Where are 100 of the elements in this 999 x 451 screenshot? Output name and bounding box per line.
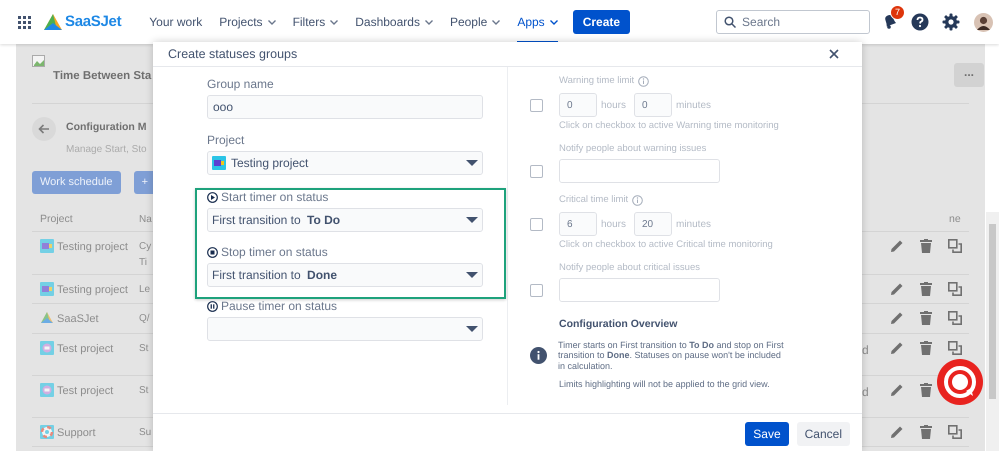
app-grid-icon[interactable] (18, 16, 31, 28)
edit-icon[interactable] (890, 382, 904, 397)
overview-note: Limits highlighting will not be applied to the grid view. (559, 379, 771, 390)
nav-menu-item[interactable]: Dashboards (355, 0, 433, 44)
hours-field[interactable]: 0 (559, 93, 597, 117)
nav-menu-item[interactable]: Filters (292, 0, 338, 44)
field-label: Critical time limit (559, 194, 628, 206)
copy-icon[interactable] (948, 424, 962, 439)
overview-text: Timer starts on First transition to To Do and stop on First transition to Done. Statuses on pause won't be included in calculation. (558, 340, 785, 372)
status-select[interactable]: First transition to To Do (207, 208, 483, 232)
edit-icon[interactable] (890, 238, 904, 253)
project-icon (212, 156, 226, 170)
checkbox[interactable] (530, 98, 543, 112)
field-label: Notify people about warning issues (559, 143, 706, 155)
delete-icon[interactable] (920, 238, 932, 253)
scrollbar[interactable] (986, 212, 999, 451)
broken-image-icon (32, 55, 46, 68)
checkbox[interactable] (530, 284, 543, 296)
copy-icon[interactable] (948, 282, 962, 296)
edit-icon[interactable] (890, 424, 904, 439)
save-button[interactable]: Save (745, 422, 789, 446)
delete-icon[interactable] (920, 282, 932, 296)
close-icon[interactable] (829, 49, 839, 59)
unit-label: hours (600, 218, 628, 232)
back-arrow-icon (38, 124, 50, 134)
status-select[interactable]: First transition to Done (207, 263, 483, 287)
project-name: Test project (57, 384, 114, 399)
field-label: Warning time limit (559, 75, 634, 87)
search-field[interactable]: Search (716, 10, 870, 34)
cell-text: Cy (139, 240, 152, 254)
delete-icon[interactable] (920, 382, 932, 397)
column-header: Na (139, 214, 152, 225)
copy-icon[interactable] (948, 310, 962, 325)
help-icon[interactable] (911, 13, 930, 31)
caret-icon (466, 160, 478, 166)
play-icon (207, 192, 218, 202)
cell-text: Ti (139, 256, 147, 270)
project-name: SaaSJet (57, 312, 99, 327)
minutes-field[interactable]: 20 (634, 212, 672, 236)
people-field[interactable] (559, 278, 720, 302)
checkbox[interactable] (530, 218, 543, 230)
cell-text: d (862, 342, 869, 357)
column-header: ne (949, 212, 961, 225)
project-icon (40, 340, 54, 355)
edit-icon[interactable] (890, 282, 904, 296)
project-name: Test project (57, 342, 114, 357)
hint-text: Click on checkbox to active Warning time monitoring (559, 120, 780, 132)
delete-icon[interactable] (920, 340, 932, 355)
cell-text: St (139, 384, 148, 398)
hours-field[interactable]: 6 (559, 212, 597, 236)
create-button[interactable]: Create (572, 10, 630, 34)
logo-text: SaaSJet (65, 12, 122, 32)
text-field[interactable]: ooo (207, 95, 483, 119)
cancel-button[interactable]: Cancel (796, 422, 850, 446)
search-icon (724, 16, 736, 28)
caret-icon (466, 326, 478, 332)
cell-text: Q/ (139, 312, 150, 326)
overview-title: Configuration Overview (559, 317, 678, 332)
project-icon (40, 310, 54, 325)
caret-icon (466, 217, 478, 223)
section-title: Configuration M (66, 120, 147, 135)
logo-icon (44, 14, 62, 30)
avatar-icon[interactable] (974, 12, 994, 32)
notification-bell-icon[interactable] (882, 13, 898, 29)
field-label: Start timer on status (221, 190, 328, 204)
project-icon (40, 382, 54, 397)
copy-icon[interactable] (948, 238, 962, 253)
project-icon (40, 282, 54, 296)
delete-icon[interactable] (920, 310, 932, 325)
field-label: Project (207, 133, 244, 147)
minutes-field[interactable]: 0 (634, 93, 672, 117)
info-icon (632, 194, 644, 206)
edit-icon[interactable] (890, 340, 904, 355)
back-button[interactable] (32, 117, 56, 141)
people-field[interactable] (559, 159, 720, 183)
cell-text: Su (139, 426, 152, 440)
unit-label: minutes (675, 218, 709, 232)
project-icon (40, 238, 54, 253)
nav-menu-item[interactable]: Your work (149, 0, 202, 44)
field-label: Stop timer on status (221, 245, 328, 259)
checkbox[interactable] (530, 164, 543, 178)
project-name: Testing project (57, 240, 128, 255)
dialog-title: Create statuses groups (168, 46, 298, 63)
nav-menu-item[interactable]: People (450, 0, 500, 44)
cell-text: Le (139, 282, 150, 297)
delete-icon[interactable] (920, 424, 932, 439)
cell-text: d (862, 384, 869, 399)
chat-icon[interactable] (936, 358, 984, 406)
page-title: Time Between Sta (53, 69, 152, 84)
field-label: Pause timer on status (221, 299, 338, 313)
project-name: Testing project (57, 282, 128, 298)
section-subtitle: Manage Start, Sto (66, 142, 147, 157)
copy-icon[interactable] (948, 340, 962, 355)
edit-icon[interactable] (890, 310, 904, 325)
pause-icon (207, 300, 218, 312)
caret-icon (466, 272, 478, 278)
project-select[interactable]: Testing project (207, 151, 483, 175)
stop-icon (207, 246, 218, 258)
nav-menu-item[interactable]: Projects (219, 0, 276, 44)
settings-icon[interactable] (942, 13, 960, 31)
